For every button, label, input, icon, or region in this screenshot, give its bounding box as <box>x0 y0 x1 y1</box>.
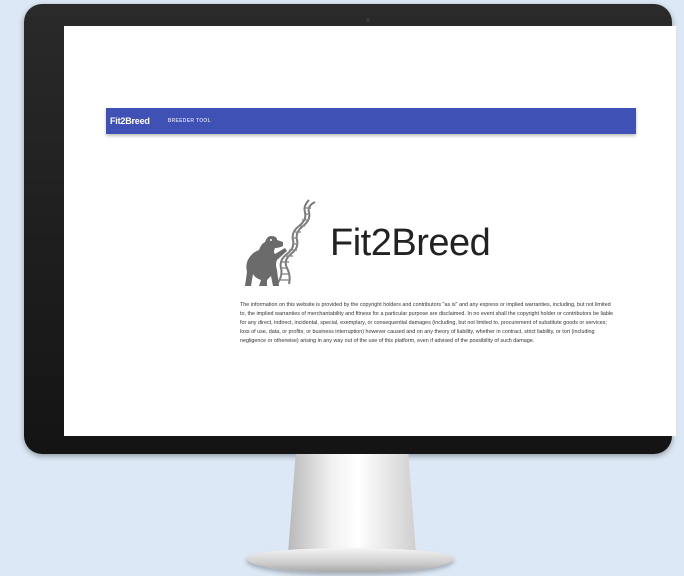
monitor-stand-neck <box>288 454 416 554</box>
monitor-stand-base <box>246 548 454 572</box>
top-navbar: Fit2Breed BREEDER TOOL <box>106 108 636 134</box>
logo-title: Fit2Breed <box>330 222 491 264</box>
screen: Fit2Breed BREEDER TOOL Fit2Breed The inf… <box>64 26 676 436</box>
disclaimer-text: The information on this website is provi… <box>240 302 614 345</box>
nav-breeder-tool[interactable]: BREEDER TOOL <box>168 118 211 124</box>
webcam-icon <box>366 18 370 22</box>
brand-link[interactable]: Fit2Breed <box>110 116 150 126</box>
monitor-bezel: Fit2Breed BREEDER TOOL Fit2Breed The inf… <box>24 4 676 454</box>
dog-dna-logo-icon <box>245 199 316 286</box>
